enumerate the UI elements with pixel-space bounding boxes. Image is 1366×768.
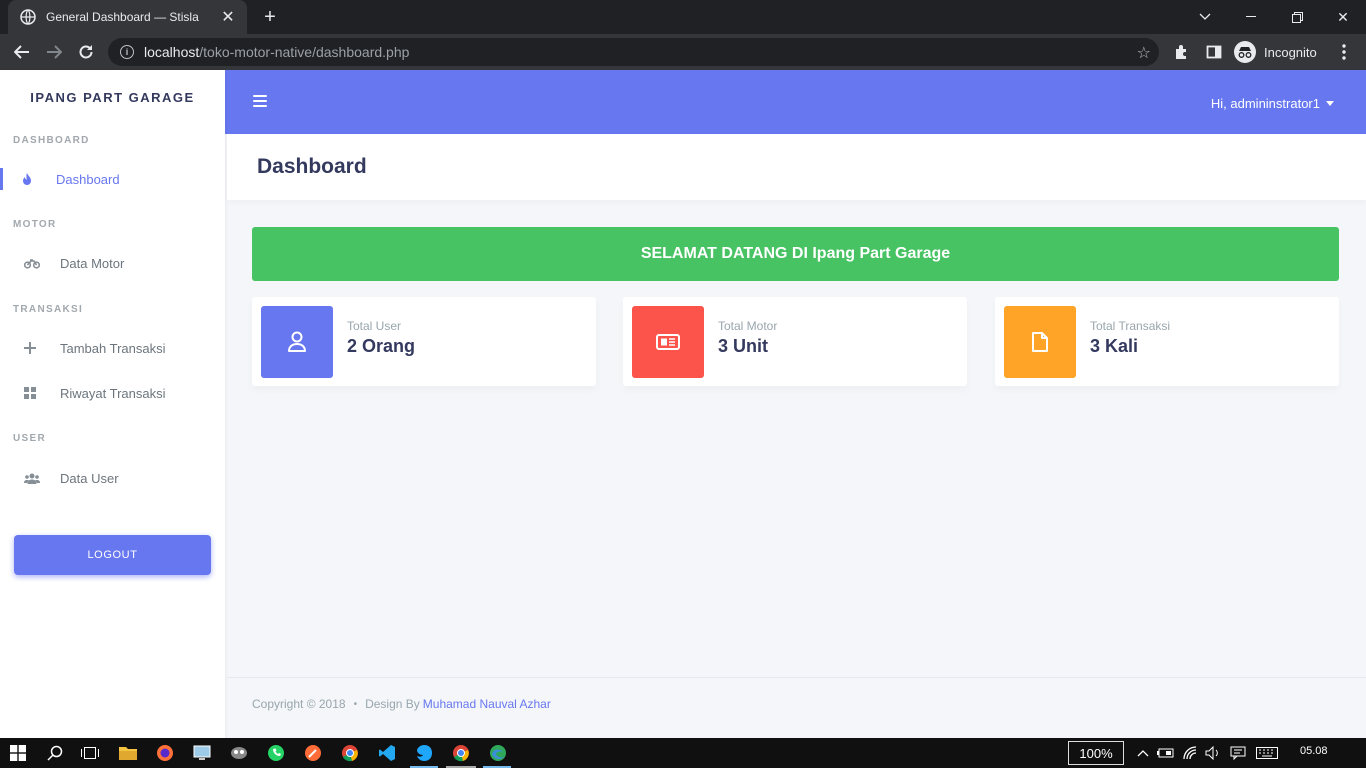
chrome-icon[interactable]: [340, 743, 360, 763]
whatsapp-icon[interactable]: [266, 743, 286, 763]
url-path: /toko-motor-native/dashboard.php: [199, 44, 410, 60]
back-icon[interactable]: [10, 40, 34, 64]
app-icon[interactable]: [229, 743, 249, 763]
file-icon: [1004, 306, 1076, 378]
menu-header-dashboard: DASHBOARD: [13, 135, 90, 146]
stat-value: 2 Orang: [347, 336, 416, 356]
clock-time[interactable]: 05.08: [1300, 745, 1328, 757]
browser-menu-icon[interactable]: [1332, 40, 1356, 64]
windows-start-icon[interactable]: [8, 743, 28, 763]
user-greeting: Hi, admininstrator1: [1210, 96, 1320, 111]
firefox-icon[interactable]: [155, 743, 175, 763]
edge-icon[interactable]: [488, 743, 508, 763]
menu-header-transaksi: TRANSAKSI: [13, 304, 84, 315]
notification-icon[interactable]: [1228, 743, 1248, 763]
footer-bullet: •: [353, 698, 358, 710]
windows-taskbar: 100% 05.08: [0, 738, 1366, 768]
footer-divider: [227, 677, 1366, 678]
sidebar-item-label: Tambah Transaksi: [60, 340, 166, 356]
stat-card-total-user: Total User 2 Orang: [252, 297, 596, 386]
browser-toolbar: i localhost/toko-motor-native/dashboard.…: [0, 34, 1366, 70]
menu-header-user: USER: [13, 433, 46, 444]
stat-value: 3 Kali: [1090, 336, 1139, 356]
tab-title: General Dashboard — Stisla: [46, 10, 199, 24]
sidebar-brand[interactable]: IPANG PART GARAGE: [0, 90, 225, 105]
forward-icon[interactable]: [42, 40, 66, 64]
app-blue-icon[interactable]: [414, 743, 434, 763]
sidebar-item-riwayat-transaksi[interactable]: Riwayat Transaksi: [0, 375, 225, 411]
sidebar-item-label: Dashboard: [56, 171, 120, 187]
sidebar-item-dashboard[interactable]: Dashboard: [0, 161, 225, 197]
restore-icon[interactable]: [1274, 0, 1320, 34]
sidebar-item-data-user[interactable]: Data User: [0, 460, 225, 496]
stat-card-total-motor: Total Motor 3 Unit: [623, 297, 967, 386]
page-title: Dashboard: [257, 155, 367, 178]
remote-desktop-icon[interactable]: [192, 743, 212, 763]
task-view-icon[interactable]: [80, 743, 100, 763]
section-header: Dashboard: [227, 134, 1366, 200]
hamburger-menu-icon[interactable]: [253, 95, 267, 107]
footer-author-link[interactable]: Muhamad Nauval Azhar: [423, 697, 551, 711]
stat-card-total-transaksi: Total Transaksi 3 Kali: [995, 297, 1339, 386]
sidebar-item-data-motor[interactable]: Data Motor: [0, 245, 225, 281]
sidebar-item-label: Data User: [60, 470, 119, 486]
volume-icon[interactable]: [1203, 743, 1223, 763]
sidebar-item-label: Data Motor: [60, 255, 125, 271]
caret-down-icon: [1326, 101, 1334, 106]
motorcycle-icon: [0, 258, 60, 269]
browser-tab[interactable]: General Dashboard — Stisla ✕: [8, 0, 247, 34]
globe-icon: [20, 9, 36, 25]
user-icon: [261, 306, 333, 378]
stat-label: Total User: [347, 319, 402, 333]
bookmark-star-icon[interactable]: ☆: [1137, 43, 1151, 63]
stat-label: Total Transaksi: [1090, 319, 1171, 333]
sidebar: IPANG PART GARAGE DASHBOARD Dashboard MO…: [0, 70, 225, 738]
stat-label: Total Motor: [718, 319, 778, 333]
incognito-label: Incognito: [1264, 44, 1317, 60]
side-panel-icon[interactable]: [1202, 40, 1226, 64]
footer-design-by: Design By: [365, 697, 420, 711]
file-explorer-icon[interactable]: [118, 743, 138, 763]
vscode-icon[interactable]: [377, 743, 397, 763]
incognito-indicator[interactable]: Incognito: [1234, 39, 1317, 65]
footer: Copyright © 2018 • Design By Muhamad Nau…: [252, 697, 551, 711]
url-host: localhost: [144, 44, 200, 60]
browser-tab-strip: General Dashboard — Stisla ✕ + ✕: [0, 0, 1366, 34]
keyboard-icon[interactable]: [1255, 743, 1279, 763]
footer-copyright: Copyright © 2018: [252, 697, 346, 711]
welcome-alert: SELAMAT DATANG DI Ipang Part Garage: [252, 227, 1339, 281]
user-dropdown[interactable]: Hi, admininstrator1: [1211, 96, 1334, 111]
tab-search-icon[interactable]: [1182, 0, 1228, 34]
users-icon: [0, 473, 60, 484]
site-info-icon[interactable]: i: [120, 45, 134, 59]
reload-icon[interactable]: [74, 40, 98, 64]
battery-icon[interactable]: [1156, 743, 1176, 763]
sidebar-item-label: Riwayat Transaksi: [60, 385, 166, 401]
tab-close-icon[interactable]: ✕: [219, 7, 237, 27]
logout-button[interactable]: LOGOUT: [14, 535, 211, 575]
minimize-icon[interactable]: [1228, 0, 1274, 34]
chrome-active-icon[interactable]: [451, 743, 471, 763]
incognito-icon: [1234, 41, 1256, 63]
plus-icon: [0, 342, 60, 354]
extensions-icon[interactable]: [1170, 40, 1194, 64]
grid-icon: [0, 387, 60, 399]
address-bar[interactable]: i localhost/toko-motor-native/dashboard.…: [108, 38, 1159, 66]
stat-value: 3 Unit: [718, 336, 769, 356]
fire-icon: [0, 172, 56, 186]
new-tab-icon[interactable]: +: [259, 6, 281, 28]
postman-icon[interactable]: [303, 743, 323, 763]
menu-header-motor: MOTOR: [13, 219, 57, 230]
tray-chevron-up-icon[interactable]: [1133, 743, 1153, 763]
sidebar-item-tambah-transaksi[interactable]: Tambah Transaksi: [0, 330, 225, 366]
newspaper-icon: [632, 306, 704, 378]
zoom-indicator[interactable]: 100%: [1068, 741, 1124, 765]
search-icon[interactable]: [45, 743, 65, 763]
wifi-icon[interactable]: [1181, 743, 1201, 763]
close-window-icon[interactable]: ✕: [1320, 0, 1366, 34]
top-navbar: [225, 70, 1366, 134]
